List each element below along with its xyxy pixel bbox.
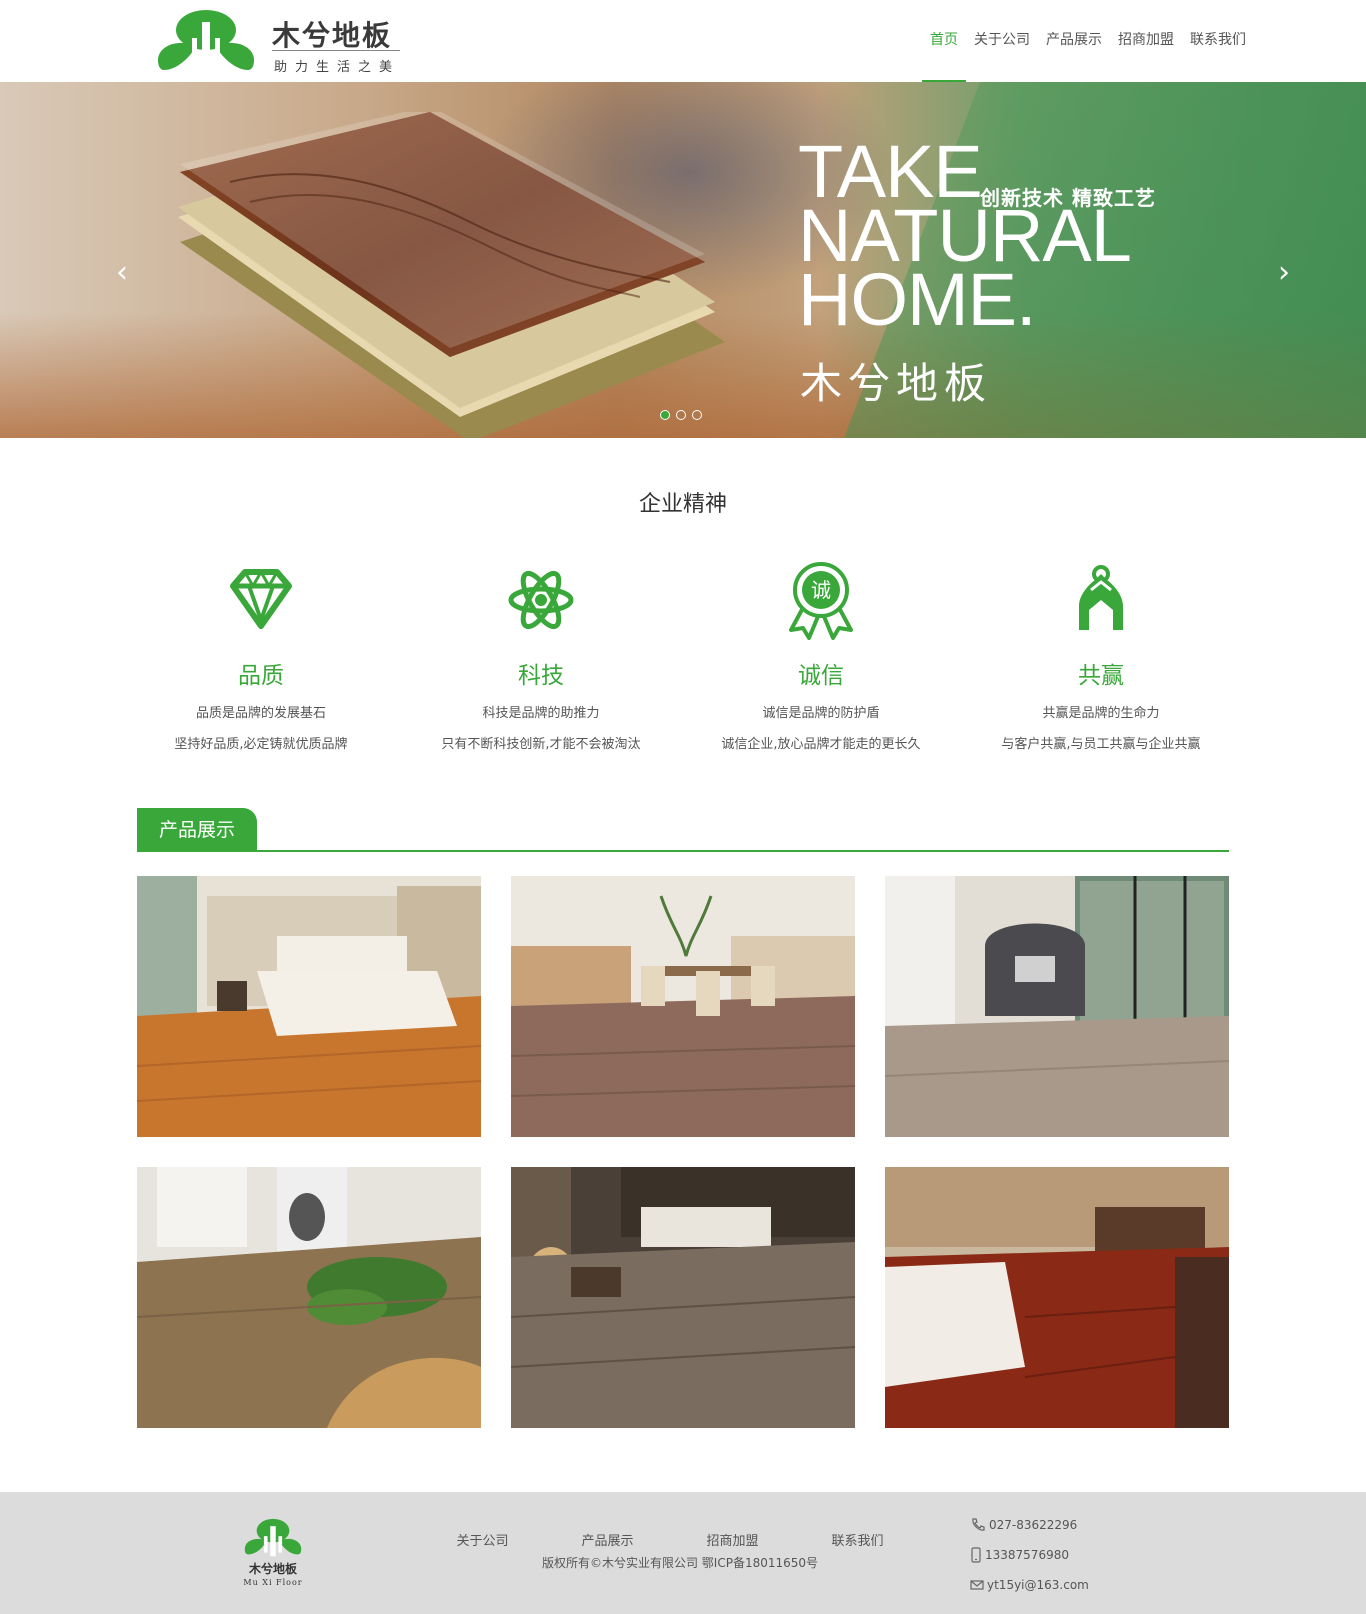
banner-slogan: TAKE NATURAL HOME. xyxy=(798,135,1132,341)
nav-item-products[interactable]: 产品展示 xyxy=(1038,0,1110,82)
spirit-desc-1: 科技是品牌的助推力 xyxy=(482,706,600,721)
contact-mobile-row: 13387576980 xyxy=(970,1540,1089,1570)
spirit-list: 品质 品质是品牌的发展基石 坚持好品质,必定铸就优质品牌 科技 科技是品牌的助推… xyxy=(121,560,1241,760)
spirit-name: 科技 xyxy=(518,663,564,689)
footer-nav: 关于公司 产品展示 招商加盟 联系我们 xyxy=(420,1530,920,1549)
spirit-item-win-win: 共赢 共赢是品牌的生命力 与客户共赢,与员工共赢与企业共赢 xyxy=(961,560,1241,760)
tree-logo-icon xyxy=(244,1518,302,1557)
nav-item-about[interactable]: 关于公司 xyxy=(966,0,1038,82)
spirit-desc-2: 与客户共赢,与员工共赢与企业共赢 xyxy=(1001,737,1201,752)
nav-item-home[interactable]: 首页 xyxy=(922,0,966,82)
spirit-item-quality: 品质 品质是品牌的发展基石 坚持好品质,必定铸就优质品牌 xyxy=(121,560,401,760)
nav-item-franchise[interactable]: 招商加盟 xyxy=(1110,0,1182,82)
chevron-right-icon[interactable]: › xyxy=(1272,258,1296,288)
mobile-icon xyxy=(971,1547,981,1563)
floor-board-layers-image xyxy=(178,112,725,438)
contact-mobile: 13387576980 xyxy=(985,1548,1069,1562)
carousel-dot-3[interactable] xyxy=(692,410,702,420)
brand-tagline: 助力生活之美 xyxy=(274,60,401,75)
spirit-name: 诚信 xyxy=(798,663,844,689)
brand-name: 木兮地板 xyxy=(272,19,393,52)
products-tab[interactable]: 产品展示 xyxy=(137,808,257,850)
contact-phone: 027-83622296 xyxy=(989,1518,1078,1532)
banner-brand-text: 木兮地板 xyxy=(800,359,993,408)
footer-link-contact[interactable]: 联系我们 xyxy=(795,1530,920,1549)
carousel-indicators xyxy=(660,410,702,420)
carousel-dot-1[interactable] xyxy=(660,410,670,420)
site-footer: 木兮地板 Mu Xi Floor 关于公司 产品展示 招商加盟 联系我们 版权所… xyxy=(0,1492,1366,1614)
spirit-name: 共赢 xyxy=(1078,663,1124,689)
brand-divider xyxy=(272,50,400,51)
spirit-desc-1: 品质是品牌的发展基石 xyxy=(195,706,326,721)
phone-icon xyxy=(972,1518,985,1531)
footer-logo[interactable]: 木兮地板 Mu Xi Floor xyxy=(240,1518,306,1590)
contact-email-row: yt15yi@163.com xyxy=(970,1570,1089,1600)
product-image-plants-oak[interactable] xyxy=(137,1167,481,1428)
slogan-line-3: HOME. xyxy=(798,258,1037,341)
footer-link-franchise[interactable]: 招商加盟 xyxy=(670,1530,795,1549)
spirit-desc-1: 诚信是品牌的防护盾 xyxy=(762,706,880,721)
products-divider xyxy=(137,850,1229,852)
handshake-icon xyxy=(1079,565,1123,630)
footer-link-products[interactable]: 产品展示 xyxy=(545,1530,670,1549)
spirit-desc-2: 诚信企业,放心品牌才能走的更长久 xyxy=(721,737,921,752)
banner-tagline: 创新技术 精致工艺 xyxy=(980,186,1156,210)
contact-phone-row: 027-83622296 xyxy=(970,1510,1089,1540)
atom-icon xyxy=(508,570,574,630)
medal-icon: 诚 xyxy=(789,562,853,640)
footer-link-about[interactable]: 关于公司 xyxy=(420,1530,545,1549)
spirit-item-integrity: 诚 诚信 诚信是品牌的防护盾 诚信企业,放心品牌才能走的更长久 xyxy=(681,560,961,760)
section-title-spirit: 企业精神 xyxy=(638,492,727,517)
spirit-desc-2: 只有不断科技创新,才能不会被淘汰 xyxy=(441,737,641,752)
medal-badge-text: 诚 xyxy=(811,578,831,602)
carousel-dot-2[interactable] xyxy=(676,410,686,420)
spirit-desc-2: 坚持好品质,必定铸就优质品牌 xyxy=(174,737,348,752)
product-image-bedroom-orange[interactable] xyxy=(137,876,481,1137)
brand-logo[interactable]: 木兮地板 助力生活之美 xyxy=(156,8,406,76)
spirit-name: 品质 xyxy=(238,663,284,689)
spirit-item-technology: 科技 科技是品牌的助推力 只有不断科技创新,才能不会被淘汰 xyxy=(401,560,681,760)
footer-brand-name: 木兮地板 xyxy=(248,1562,297,1576)
main-nav: 首页 关于公司 产品展示 招商加盟 联系我们 xyxy=(922,0,1254,82)
diamond-icon xyxy=(230,568,292,629)
hero-banner: TAKE NATURAL HOME. 创新技术 精致工艺 木兮地板 ‹ › xyxy=(0,82,1366,438)
footer-copyright: 版权所有©木兮实业有限公司 鄂ICP备18011650号 xyxy=(541,1556,819,1570)
product-image-bedroom-red[interactable] xyxy=(885,1167,1229,1428)
chevron-left-icon[interactable]: ‹ xyxy=(110,258,134,288)
mail-icon xyxy=(970,1580,984,1590)
contact-email[interactable]: yt15yi@163.com xyxy=(987,1578,1089,1592)
product-image-dining-grey[interactable] xyxy=(511,876,855,1137)
footer-contact: 027-83622296 13387576980 yt15yi@163.com xyxy=(970,1510,1089,1600)
footer-brand-en: Mu Xi Floor xyxy=(243,1578,303,1587)
product-image-living-rustic[interactable] xyxy=(511,1167,855,1428)
spirit-desc-1: 共赢是品牌的生命力 xyxy=(1042,706,1160,721)
nav-item-contact[interactable]: 联系我们 xyxy=(1182,0,1254,82)
products-header: 产品展示 xyxy=(137,808,1229,852)
product-gallery xyxy=(137,876,1229,1428)
site-header: 木兮地板 助力生活之美 首页 关于公司 产品展示 招商加盟 联系我们 xyxy=(0,0,1366,82)
product-image-armchair-light[interactable] xyxy=(885,876,1229,1137)
tree-logo-icon xyxy=(158,10,254,72)
